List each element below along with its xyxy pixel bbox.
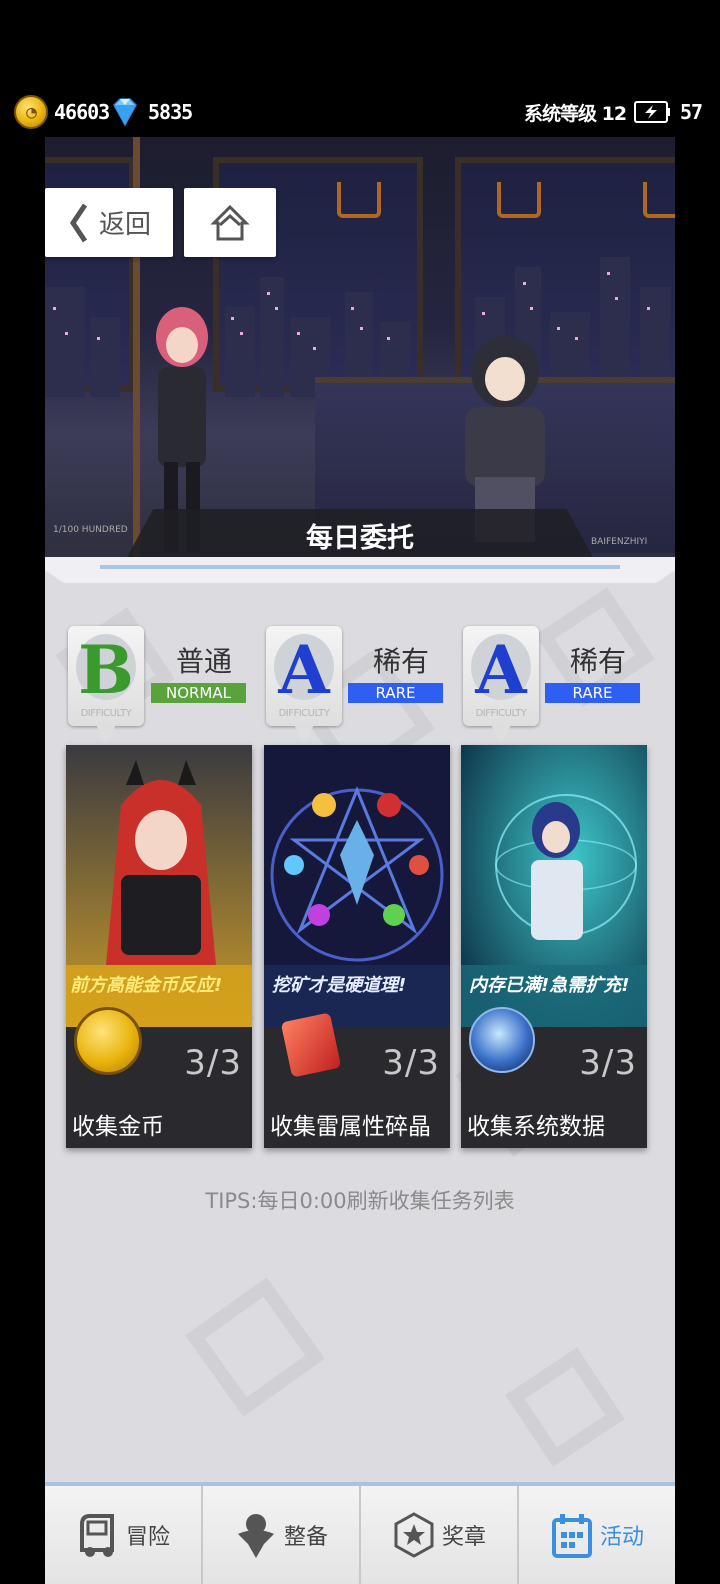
coin-counter[interactable]: ◔ 46603 — [14, 92, 110, 132]
hero-title-text: 每日委托 — [306, 522, 414, 554]
coin-amount: 46603 — [54, 100, 110, 124]
difficulty-badge: A DIFFICULTY — [266, 626, 342, 748]
mission-count: 3/3 — [382, 1043, 440, 1083]
system-level-label: 系统等级 12 — [524, 102, 627, 125]
system-data-icon — [469, 1007, 535, 1073]
rarity-label: 普通 — [176, 645, 233, 678]
hero-frame-edge — [45, 557, 675, 583]
card-banner: 挖矿才是硬道理! — [272, 975, 407, 996]
mission-card-thunder-crystal[interactable]: 挖矿才是硬道理! 3/3 收集雷属性碎晶 — [264, 745, 450, 1148]
system-level: 系统等级 12 — [524, 92, 627, 132]
difficulty-label: DIFFICULTY — [475, 708, 527, 719]
nav-label: 整备 — [283, 1525, 328, 1550]
vehicle-icon — [79, 1514, 114, 1557]
grade-letter: A — [475, 631, 527, 709]
battery-icon — [634, 101, 670, 123]
back-label: 返回 — [98, 210, 151, 240]
gem-counter[interactable]: 5835 — [108, 92, 193, 132]
nav-label: 奖章 — [441, 1525, 486, 1550]
calendar-icon — [551, 1514, 592, 1558]
gem-amount: 5835 — [148, 100, 193, 124]
coin-icon: ◔ — [14, 95, 48, 129]
home-button[interactable] — [184, 188, 276, 257]
mission-count: 3/3 — [184, 1043, 242, 1083]
mission-name: 收集雷属性碎晶 — [270, 1114, 431, 1140]
nav-equipment[interactable]: 整备 — [203, 1486, 361, 1584]
difficulty-label: DIFFICULTY — [278, 708, 330, 719]
mission-name: 收集系统数据 — [467, 1114, 605, 1140]
difficulty-badge: B DIFFICULTY — [68, 626, 144, 748]
rarity-tag: RARE — [545, 683, 640, 703]
medal-icon — [394, 1512, 434, 1558]
diamond-icon — [113, 98, 137, 127]
nav-label: 活动 — [599, 1525, 644, 1550]
bottom-navigation: 冒险 整备 奖章 活动 — [45, 1482, 675, 1584]
nav-events[interactable]: 活动 — [519, 1486, 675, 1584]
energy-amount: 57 — [680, 100, 703, 124]
mission-card-system-data[interactable]: 内存已满!急需扩充! 3/3 收集系统数据 — [461, 745, 647, 1148]
grade-letter: A — [278, 631, 330, 709]
difficulty-badge: A DIFFICULTY — [463, 626, 539, 748]
hero-accent-line — [100, 565, 620, 569]
grade-letter: B — [78, 631, 134, 709]
card-banner: 前方高能金币反应! — [70, 975, 223, 996]
mission-card-coins[interactable]: 前方高能金币反应! 3/3 收集金币 — [66, 745, 252, 1148]
back-button[interactable]: 返回 — [45, 188, 173, 257]
mission-count: 3/3 — [579, 1043, 637, 1083]
gear-figure-icon — [237, 1514, 274, 1558]
rarity-tag: RARE — [348, 683, 443, 703]
rarity-label: 稀有 — [373, 645, 430, 678]
rarity-label: 稀有 — [570, 645, 627, 678]
difficulty-label: DIFFICULTY — [80, 708, 132, 719]
rarity-tag: NORMAL — [151, 683, 246, 703]
hand-strap — [337, 182, 381, 218]
back-arrow-icon — [69, 203, 88, 242]
card-banner: 内存已满!急需扩充! — [469, 975, 630, 996]
hero-tag-right: BAIFENZHIYI — [591, 537, 648, 547]
nav-adventure[interactable]: 冒险 — [45, 1486, 203, 1584]
energy-counter[interactable]: 57 — [634, 92, 703, 132]
nav-medals[interactable]: 奖章 — [361, 1486, 519, 1584]
hero-title: 每日委托 — [125, 509, 595, 561]
home-icon — [210, 204, 250, 240]
hero-tag-left: 1/100 HUNDRED — [53, 525, 128, 535]
tips-text: TIPS:每日0:00刷新收集任务列表 — [205, 1189, 515, 1213]
mission-name: 收集金币 — [72, 1114, 164, 1140]
daily-commission-panel: 每日委托 1/100 HUNDRED BAIFENZHIYI 返回 B DIFF… — [45, 137, 675, 1482]
nav-label: 冒险 — [125, 1525, 170, 1550]
hand-strap — [643, 182, 675, 218]
hand-strap — [497, 182, 541, 218]
coin-reward-icon — [74, 1007, 142, 1075]
